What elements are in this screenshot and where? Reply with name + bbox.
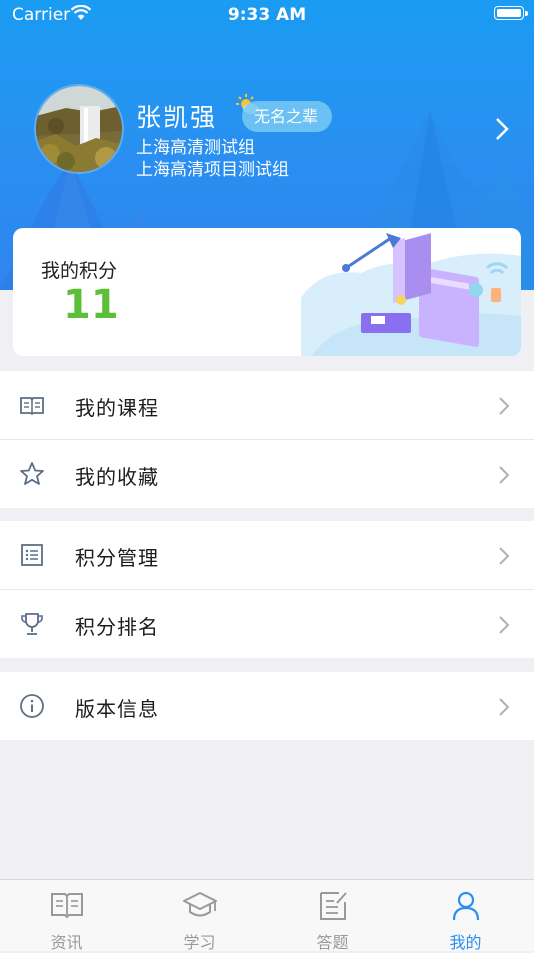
menu-item-version-info[interactable]: 版本信息 bbox=[0, 672, 534, 740]
menu-item-my-favorites[interactable]: 我的收藏 bbox=[0, 440, 534, 508]
profile-chevron-right-icon[interactable] bbox=[494, 116, 510, 142]
person-icon bbox=[452, 891, 479, 921]
tab-bar: 资讯 学习 答题 我的 bbox=[0, 879, 534, 952]
chevron-right-icon bbox=[499, 698, 510, 716]
chevron-right-icon bbox=[499, 616, 510, 634]
list-icon bbox=[21, 544, 43, 566]
chevron-right-icon bbox=[499, 466, 510, 484]
book-icon bbox=[20, 397, 44, 416]
menu-group-2: 积分管理 积分排名 bbox=[0, 521, 534, 658]
chevron-right-icon bbox=[499, 397, 510, 415]
tab-mine[interactable]: 我的 bbox=[399, 880, 532, 952]
points-label: 我的积分 bbox=[41, 260, 118, 282]
user-group-2: 上海高清项目测试组 bbox=[136, 160, 289, 180]
points-card[interactable]: 我的积分 11 bbox=[13, 228, 521, 356]
clock: 9:33 AM bbox=[227, 5, 307, 25]
menu-item-my-courses[interactable]: 我的课程 bbox=[0, 371, 534, 440]
menu-item-label: 我的收藏 bbox=[75, 465, 159, 489]
menu-item-label: 积分排名 bbox=[75, 615, 159, 639]
menu-group-3: 版本信息 bbox=[0, 672, 534, 740]
menu-item-label: 积分管理 bbox=[75, 546, 159, 570]
tab-label: 学习 bbox=[183, 933, 216, 952]
status-bar: Carrier 9:33 AM bbox=[0, 0, 534, 30]
avatar[interactable] bbox=[36, 86, 122, 172]
user-name: 张凯强 bbox=[136, 103, 218, 132]
tab-label: 答题 bbox=[316, 933, 349, 952]
points-value: 11 bbox=[63, 282, 119, 328]
star-icon bbox=[20, 462, 44, 485]
menu-item-label: 我的课程 bbox=[75, 396, 159, 420]
battery-tip bbox=[525, 11, 528, 16]
trophy-icon bbox=[21, 613, 43, 635]
battery-icon bbox=[494, 6, 524, 20]
news-icon bbox=[50, 893, 83, 919]
tab-quiz[interactable]: 答题 bbox=[266, 880, 399, 952]
info-icon bbox=[20, 694, 44, 718]
tab-study[interactable]: 学习 bbox=[133, 880, 266, 952]
tab-label: 我的 bbox=[449, 933, 482, 952]
menu-item-points-management[interactable]: 积分管理 bbox=[0, 521, 534, 590]
rank-badge: 无名之辈 bbox=[242, 101, 333, 132]
answer-icon bbox=[319, 892, 347, 920]
points-illustration bbox=[301, 233, 521, 356]
graduation-cap-icon bbox=[182, 892, 217, 917]
tab-news[interactable]: 资讯 bbox=[0, 880, 133, 952]
tab-label: 资讯 bbox=[50, 933, 83, 952]
menu-item-points-ranking[interactable]: 积分排名 bbox=[0, 590, 534, 658]
chevron-right-icon bbox=[499, 547, 510, 565]
menu-group-1: 我的课程 我的收藏 bbox=[0, 371, 534, 508]
avatar-waterfall-image bbox=[36, 86, 122, 172]
menu-item-label: 版本信息 bbox=[75, 697, 159, 721]
